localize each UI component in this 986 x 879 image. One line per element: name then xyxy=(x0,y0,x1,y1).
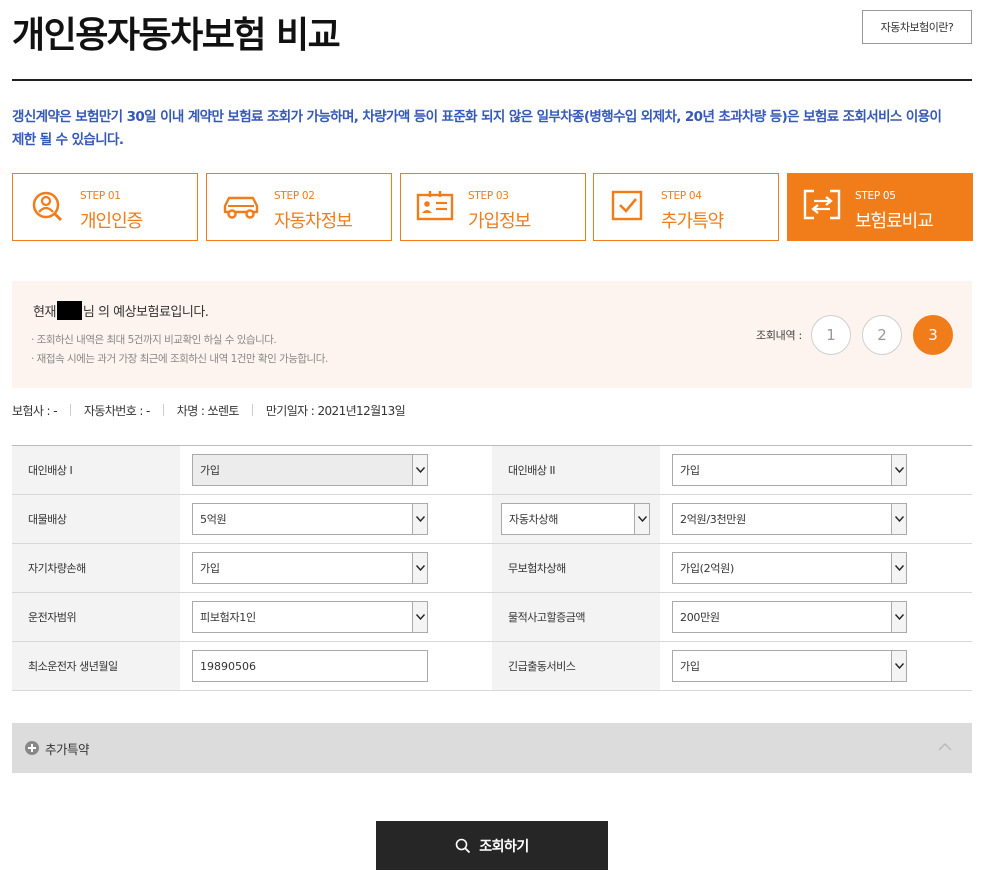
step-premium-compare[interactable]: STEP 05 보험료비교 xyxy=(787,173,973,241)
policy-info: 보험사 : - 자동차번호 : - 차명 : 쏘렌토 만기일자 : 2021년1… xyxy=(12,400,406,420)
coverage-label: 대물배상 xyxy=(12,495,180,543)
table-row: 대인배상 I 가입 대인배상 II 가입 xyxy=(12,446,972,495)
min-driver-birthdate-input[interactable] xyxy=(192,650,428,682)
additional-riders-accordion[interactable]: 추가특약 xyxy=(12,723,972,773)
step-subscription-info[interactable]: STEP 03 가입정보 xyxy=(400,173,586,241)
select-value: 200만원 xyxy=(680,611,720,624)
id-card-icon xyxy=(416,191,454,221)
checkbox-icon xyxy=(611,190,643,221)
step-car-info[interactable]: STEP 02 자동차정보 xyxy=(206,173,392,241)
accordion-label: 추가특약 xyxy=(45,742,90,757)
property-damage-select[interactable]: 5억원 xyxy=(192,503,428,535)
own-vehicle-damage-select[interactable]: 가입 xyxy=(192,552,428,584)
step-name: 개인인증 xyxy=(80,211,143,232)
car-number-info: 자동차번호 : - xyxy=(83,403,150,418)
plus-circle-icon xyxy=(25,741,39,755)
chevron-down-icon xyxy=(891,455,906,485)
chevron-down-icon xyxy=(412,504,427,534)
coverage-label: 운전자범위 xyxy=(12,593,180,641)
search-button[interactable]: 조회하기 xyxy=(376,821,608,870)
table-row: 대물배상 5억원 자동차상해 2억원/3천만원 xyxy=(12,495,972,544)
expiry-date-info: 만기일자 : 2021년12월13일 xyxy=(265,403,406,418)
step-personal-auth[interactable]: STEP 01 개인인증 xyxy=(12,173,198,241)
history-button-2[interactable]: 2 xyxy=(862,315,902,355)
coverage-label: 무보험차상해 xyxy=(492,544,660,592)
history-note-reconnect: · 재접속 시에는 과거 가장 최근에 조회하신 내역 1건만 확인 가능합니다… xyxy=(31,353,328,365)
history-note-max: · 조회하신 내역은 최대 5건까지 비교확인 하실 수 있습니다. xyxy=(31,334,277,346)
renewal-notice: 갱신계약은 보험만기 30일 이내 계약만 보험료 조회가 가능하며, 차량가액… xyxy=(12,109,942,148)
divider xyxy=(69,404,71,416)
step-number: STEP 03 xyxy=(468,190,509,202)
user-search-icon xyxy=(32,191,63,222)
step-number: STEP 02 xyxy=(274,190,315,202)
step-name: 가입정보 xyxy=(468,211,531,232)
title-divider xyxy=(12,79,972,81)
chevron-down-icon xyxy=(412,602,427,632)
divider xyxy=(251,404,253,416)
step-number: STEP 01 xyxy=(80,190,121,202)
chevron-down-icon xyxy=(891,651,906,681)
divider xyxy=(162,404,164,416)
bodily-injury-1-select[interactable]: 가입 xyxy=(192,454,428,486)
select-value: 가입(2억원) xyxy=(680,562,734,575)
step-name: 추가특약 xyxy=(661,211,724,232)
step-number: STEP 04 xyxy=(661,190,702,202)
uninsured-vehicle-select[interactable]: 가입(2억원) xyxy=(672,552,907,584)
step-additional-riders[interactable]: STEP 04 추가특약 xyxy=(593,173,779,241)
select-value: 가입 xyxy=(680,464,700,477)
coverage-label: 물적사고할증금액 xyxy=(492,593,660,641)
select-value: 가입 xyxy=(680,660,700,673)
select-value: 2억원/3천만원 xyxy=(680,513,746,526)
chevron-down-icon xyxy=(891,553,906,583)
history-button-1[interactable]: 1 xyxy=(811,315,851,355)
chevron-down-icon xyxy=(412,455,427,485)
coverage-label: 자기차량손해 xyxy=(12,544,180,592)
car-injury-amount-select[interactable]: 2억원/3천만원 xyxy=(672,503,907,535)
select-value: 자동차상해 xyxy=(509,513,559,526)
insurer-info: 보험사 : - xyxy=(12,403,58,418)
page-title: 개인용자동차보험 비교 xyxy=(12,15,341,56)
what-is-car-insurance-button[interactable]: 자동차보험이란? xyxy=(862,10,972,44)
table-row: 자기차량손해 가입 무보험차상해 가입(2억원) xyxy=(12,544,972,593)
chevron-down-icon xyxy=(412,553,427,583)
greeting-suffix: 님 의 예상보험료입니다. xyxy=(82,305,209,320)
redacted-user-name xyxy=(56,301,82,320)
select-value: 5억원 xyxy=(200,513,227,526)
select-value: 가입 xyxy=(200,562,220,575)
car-icon xyxy=(223,196,259,219)
greeting-prefix: 현재 xyxy=(33,305,56,320)
step-progress: STEP 01 개인인증 STEP 02 자동차정보 STEP 03 가입정보 xyxy=(12,173,973,241)
step-number: STEP 05 xyxy=(855,190,896,202)
history-button-3[interactable]: 3 xyxy=(913,315,953,355)
coverage-label: 대인배상 II xyxy=(492,446,660,494)
surcharge-amount-select[interactable]: 200만원 xyxy=(672,601,907,633)
table-row: 운전자범위 피보험자1인 물적사고할증금액 200만원 xyxy=(12,593,972,642)
select-value: 가입 xyxy=(200,464,220,477)
chevron-down-icon xyxy=(891,602,906,632)
search-icon xyxy=(455,838,471,853)
emergency-service-select[interactable]: 가입 xyxy=(672,650,907,682)
bodily-injury-2-select[interactable]: 가입 xyxy=(672,454,907,486)
driver-scope-select[interactable]: 피보험자1인 xyxy=(192,601,428,633)
estimate-summary: 현재 님 의 예상보험료입니다. · 조회하신 내역은 최대 5건까지 비교확인… xyxy=(12,281,972,388)
coverage-label: 최소운전자 생년월일 xyxy=(12,642,180,690)
chevron-down-icon xyxy=(891,504,906,534)
step-name: 보험료비교 xyxy=(855,211,934,232)
car-name-info: 차명 : 쏘렌토 xyxy=(176,403,240,418)
step-name: 자동차정보 xyxy=(274,211,353,232)
chevron-down-icon xyxy=(634,504,649,534)
greeting: 현재 님 의 예상보험료입니다. xyxy=(33,301,209,320)
coverage-label: 긴급출동서비스 xyxy=(492,642,660,690)
table-row: 최소운전자 생년월일 긴급출동서비스 가입 xyxy=(12,642,972,691)
history-label: 조회내역 : xyxy=(756,329,802,342)
injury-type-select[interactable]: 자동차상해 xyxy=(501,503,650,535)
select-value: 피보험자1인 xyxy=(200,611,256,624)
compare-arrows-icon xyxy=(803,189,841,220)
coverage-label: 대인배상 I xyxy=(12,446,180,494)
search-button-label: 조회하기 xyxy=(479,838,529,855)
chevron-up-icon xyxy=(938,742,952,751)
coverage-table: 대인배상 I 가입 대인배상 II 가입 대물배상 5억원 자동차상해 2억원/… xyxy=(12,445,972,691)
